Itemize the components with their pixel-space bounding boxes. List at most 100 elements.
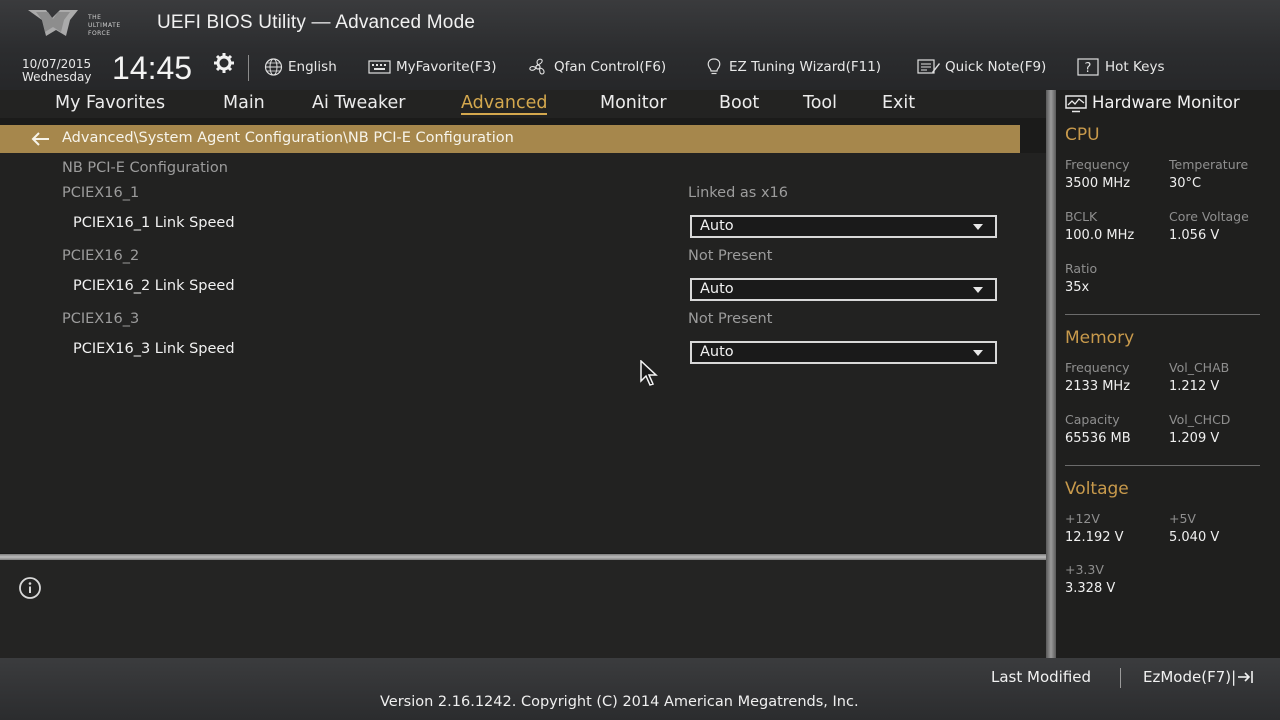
app-title: UEFI BIOS Utility — Advanced Mode <box>157 12 476 33</box>
v5-label: +5V <box>1169 511 1196 526</box>
slot-name-pciex16-3: PCIEX16_3 <box>62 311 140 327</box>
myfavorite-label: MyFavorite(F3) <box>396 59 497 75</box>
fan-icon <box>529 58 545 75</box>
ezmode-button[interactable]: EzMode(F7)| <box>1143 668 1257 686</box>
quick-note-button[interactable]: Quick Note(F9) <box>917 57 1046 77</box>
hardware-monitor-title: Hardware Monitor <box>1092 93 1240 112</box>
pciex16-3-link-speed-dropdown[interactable]: Auto <box>690 341 997 364</box>
vol-chab-label: Vol_CHAB <box>1169 360 1230 375</box>
setting-label-pciex16-2-link-speed: PCIEX16_2 Link Speed <box>73 278 235 294</box>
bclk-label: BCLK <box>1065 209 1098 224</box>
cpu-frequency-value: 3500 MHz <box>1065 176 1131 191</box>
note-icon <box>917 59 940 74</box>
version-text: Version 2.16.1242. Copyright (C) 2014 Am… <box>380 694 859 710</box>
last-modified-button[interactable]: Last Modified <box>991 668 1091 686</box>
tab-monitor[interactable]: Monitor <box>600 93 667 113</box>
capacity-value: 65536 MB <box>1065 431 1131 446</box>
tuf-logo: THE ULTIMATE FORCE <box>28 10 121 37</box>
vol-chab-value: 1.212 V <box>1169 379 1220 394</box>
breadcrumb-path: Advanced\System Agent Configuration\NB P… <box>62 130 514 146</box>
vol-chcd-label: Vol_CHCD <box>1169 412 1231 427</box>
v33-value: 3.328 V <box>1065 581 1116 596</box>
memory-frequency-label: Frequency <box>1065 360 1130 375</box>
tab-my-favorites[interactable]: My Favorites <box>55 93 165 113</box>
bclk-value: 100.0 MHz <box>1065 228 1135 243</box>
tab-exit[interactable]: Exit <box>882 93 915 113</box>
v12-value: 12.192 V <box>1065 530 1124 545</box>
memory-frequency-value: 2133 MHz <box>1065 379 1131 394</box>
language-button[interactable]: English <box>263 57 337 77</box>
panel-separator <box>1046 90 1056 658</box>
quick-note-label: Quick Note(F9) <box>945 59 1047 75</box>
setting-label-pciex16-1-link-speed: PCIEX16_1 Link Speed <box>73 215 235 231</box>
clock-time: 14:45 <box>112 50 193 86</box>
pciex16-2-link-speed-dropdown[interactable]: Auto <box>690 278 997 301</box>
lightbulb-icon <box>707 58 721 75</box>
language-label: English <box>288 59 337 75</box>
section-title: NB PCI-E Configuration <box>62 160 228 176</box>
voltage-heading: Voltage <box>1065 479 1129 499</box>
qfan-control-label: Qfan Control(F6) <box>554 59 667 75</box>
breadcrumb: Advanced\System Agent Configuration\NB P… <box>0 125 1020 153</box>
qfan-control-button[interactable]: Qfan Control(F6) <box>526 57 666 77</box>
tab-main[interactable]: Main <box>223 93 265 113</box>
question-box-icon: ? <box>1077 58 1099 76</box>
globe-icon <box>264 58 283 76</box>
dropdown-value: Auto <box>700 281 734 297</box>
section-divider <box>1065 465 1260 466</box>
slot-status-pciex16-2: Not Present <box>688 248 773 264</box>
hot-keys-label: Hot Keys <box>1105 59 1165 75</box>
help-area <box>0 560 1046 658</box>
caret-down-icon <box>973 224 983 230</box>
myfavorite-button[interactable]: MyFavorite(F3) <box>368 57 496 77</box>
dropdown-value: Auto <box>700 344 734 360</box>
ez-tuning-wizard-button[interactable]: EZ Tuning Wizard(F11) <box>703 57 881 77</box>
ezmode-label: EzMode(F7)| <box>1143 668 1237 686</box>
gear-icon[interactable] <box>213 52 235 74</box>
header-divider <box>248 55 249 81</box>
caret-down-icon <box>973 287 983 293</box>
pciex16-1-link-speed-dropdown[interactable]: Auto <box>690 215 997 238</box>
slot-name-pciex16-2: PCIEX16_2 <box>62 248 140 264</box>
svg-text:THE: THE <box>87 14 101 21</box>
monitor-icon <box>1065 95 1087 113</box>
section-divider <box>1065 314 1260 315</box>
core-voltage-label: Core Voltage <box>1169 209 1249 224</box>
ratio-value: 35x <box>1065 280 1090 295</box>
tab-ai-tweaker[interactable]: Ai Tweaker <box>312 93 405 113</box>
setting-label-pciex16-3-link-speed: PCIEX16_3 Link Speed <box>73 341 235 357</box>
dropdown-value: Auto <box>700 218 734 234</box>
cpu-frequency-label: Frequency <box>1065 157 1130 172</box>
svg-text:FORCE: FORCE <box>88 30 111 37</box>
tab-advanced[interactable]: Advanced <box>461 93 548 115</box>
v5-value: 5.040 V <box>1169 530 1220 545</box>
back-arrow-icon[interactable] <box>31 131 51 147</box>
slot-status-pciex16-1: Linked as x16 <box>688 185 788 201</box>
exit-arrow-icon <box>1238 671 1253 683</box>
slot-status-pciex16-3: Not Present <box>688 311 773 327</box>
vol-chcd-value: 1.209 V <box>1169 431 1220 446</box>
ez-tuning-wizard-label: EZ Tuning Wizard(F11) <box>729 59 882 75</box>
tab-tool[interactable]: Tool <box>803 93 837 113</box>
cpu-heading: CPU <box>1065 125 1100 145</box>
memory-heading: Memory <box>1065 328 1135 348</box>
keyboard-icon <box>368 60 391 74</box>
info-icon[interactable] <box>14 576 46 600</box>
cpu-temperature-value: 30°C <box>1169 176 1202 191</box>
v12-label: +12V <box>1065 511 1100 526</box>
caret-down-icon <box>973 350 983 356</box>
core-voltage-value: 1.056 V <box>1169 228 1220 243</box>
svg-text:?: ? <box>1085 61 1092 76</box>
hot-keys-button[interactable]: ? Hot Keys <box>1077 57 1165 77</box>
cpu-temperature-label: Temperature <box>1169 157 1249 172</box>
capacity-label: Capacity <box>1065 412 1120 427</box>
svg-text:ULTIMATE: ULTIMATE <box>88 22 121 29</box>
slot-name-pciex16-1: PCIEX16_1 <box>62 185 140 201</box>
footer-divider <box>1120 668 1121 688</box>
ratio-label: Ratio <box>1065 261 1098 276</box>
v33-label: +3.3V <box>1065 562 1104 577</box>
date-display: 10/07/2015 Wednesday <box>22 58 91 84</box>
tab-boot[interactable]: Boot <box>719 93 759 113</box>
mouse-cursor-icon <box>640 360 658 386</box>
weekday-text: Wednesday <box>22 70 92 84</box>
